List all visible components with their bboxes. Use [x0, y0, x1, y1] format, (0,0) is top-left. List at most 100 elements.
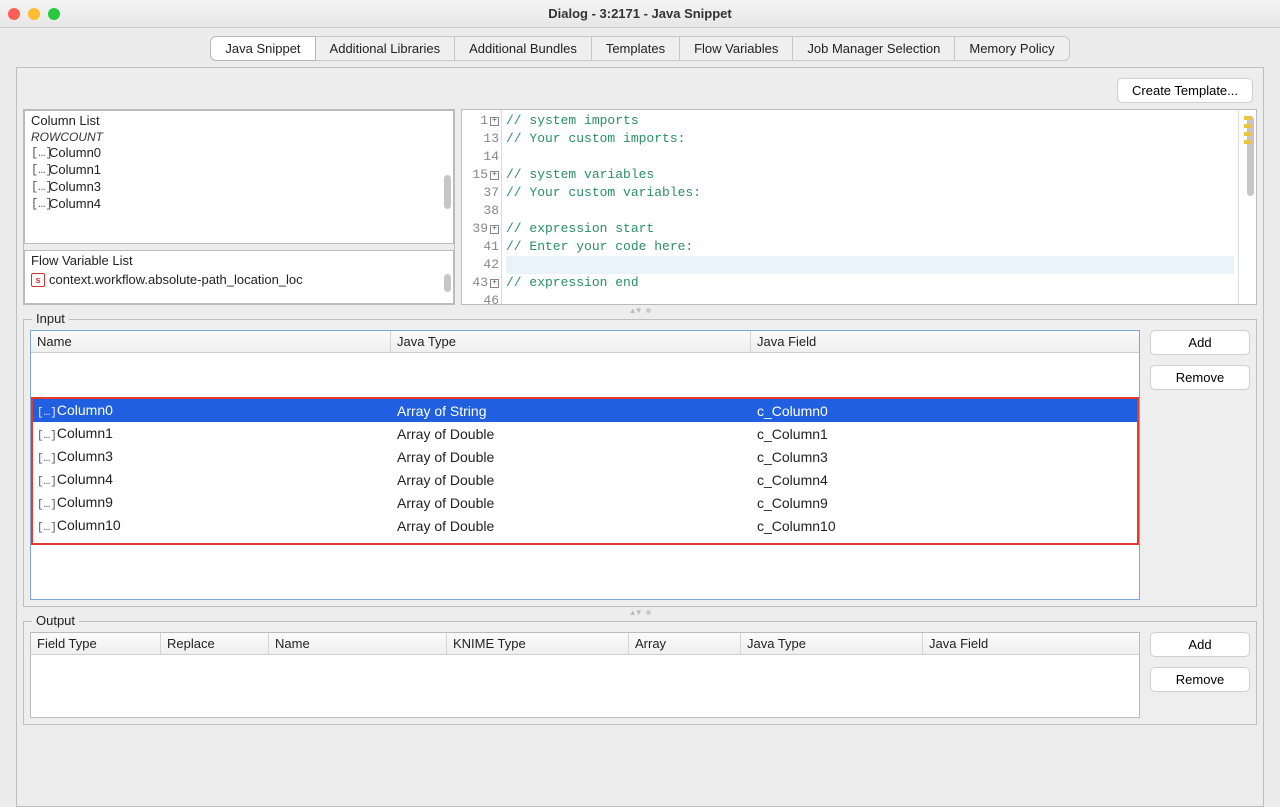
output-remove-button[interactable]: Remove: [1150, 667, 1250, 692]
output-legend: Output: [32, 613, 79, 628]
code-line[interactable]: // expression end: [506, 274, 1234, 292]
flow-variable-item[interactable]: scontext.workflow.absolute-path_location…: [25, 270, 453, 289]
flowvar-scrollbar[interactable]: [444, 274, 451, 292]
gutter-line[interactable]: 39+: [464, 220, 499, 238]
output-header-knime-type[interactable]: KNIME Type: [447, 633, 629, 654]
zoom-window-icon[interactable]: [48, 8, 60, 20]
fold-icon[interactable]: +: [490, 279, 499, 288]
input-row[interactable]: […] Column3Array of Doublec_Column3: [31, 445, 1139, 468]
output-header-name[interactable]: Name: [269, 633, 447, 654]
code-editor[interactable]: 1+131415+373839+414243+46 // system impo…: [461, 109, 1257, 305]
code-line[interactable]: // expression start: [506, 220, 1234, 238]
fold-icon[interactable]: +: [490, 225, 499, 234]
output-header-java-field[interactable]: Java Field: [923, 633, 1139, 654]
output-header-replace[interactable]: Replace: [161, 633, 269, 654]
close-window-icon[interactable]: [8, 8, 20, 20]
list-icon: […]: [37, 407, 53, 419]
gutter-line[interactable]: 42: [464, 256, 499, 274]
input-row[interactable]: […] Column0Array of Stringc_Column0: [31, 399, 1139, 422]
code-line[interactable]: // Your custom variables:: [506, 184, 1234, 202]
column-list-item[interactable]: […] Column4: [25, 195, 453, 212]
input-java-field: c_Column4: [751, 472, 1139, 488]
input-java-field: c_Column9: [751, 495, 1139, 511]
code-line[interactable]: [506, 292, 1234, 305]
list-icon: […]: [31, 197, 45, 211]
gutter-line[interactable]: 15+: [464, 166, 499, 184]
input-name: Column3: [57, 448, 113, 464]
column-name: Column3: [49, 179, 101, 194]
flow-variable-list-title: Flow Variable List: [25, 251, 453, 270]
gutter-line[interactable]: 37: [464, 184, 499, 202]
output-add-button[interactable]: Add: [1150, 632, 1250, 657]
code-line[interactable]: [506, 202, 1234, 220]
input-header-java-field[interactable]: Java Field: [751, 331, 1139, 352]
list-icon: […]: [37, 453, 53, 465]
fold-icon[interactable]: +: [490, 171, 499, 180]
gutter-line[interactable]: 43+: [464, 274, 499, 292]
code-line[interactable]: // system variables: [506, 166, 1234, 184]
column-list-item[interactable]: […]Column3: [25, 178, 453, 195]
input-add-button[interactable]: Add: [1150, 330, 1250, 355]
output-header-java-type[interactable]: Java Type: [741, 633, 923, 654]
splitter-handle-top[interactable]: [23, 305, 1257, 315]
code-line[interactable]: // Your custom imports:: [506, 130, 1234, 148]
column-name: Column1: [49, 162, 101, 177]
minimize-window-icon[interactable]: [28, 8, 40, 20]
input-row[interactable]: […] Column10Array of Doublec_Column10: [31, 514, 1139, 537]
output-table[interactable]: Field TypeReplaceNameKNIME TypeArrayJava…: [30, 632, 1140, 718]
create-template-button[interactable]: Create Template...: [1117, 78, 1253, 103]
input-java-field: c_Column1: [751, 426, 1139, 442]
gutter-line[interactable]: 46: [464, 292, 499, 305]
tab-flow-variables[interactable]: Flow Variables: [680, 36, 793, 61]
code-line[interactable]: // Enter your code here:: [506, 238, 1234, 256]
column-list-item[interactable]: […]Column1: [25, 161, 453, 178]
rowcount-label: ROWCOUNT: [25, 130, 453, 144]
fold-icon[interactable]: +: [490, 117, 499, 126]
column-name: Column4: [49, 196, 101, 211]
column-list-scrollbar[interactable]: [444, 175, 451, 209]
gutter-line[interactable]: 14: [464, 148, 499, 166]
input-name: Column4: [57, 471, 113, 487]
input-java-field: c_Column0: [751, 403, 1139, 419]
column-list-item[interactable]: […]Column0: [25, 144, 453, 161]
tab-job-manager-selection[interactable]: Job Manager Selection: [793, 36, 955, 61]
code-line[interactable]: // system imports: [506, 112, 1234, 130]
input-java-type: Array of Double: [391, 518, 751, 534]
input-table[interactable]: NameJava TypeJava Field […] Column0Array…: [30, 330, 1140, 600]
tab-additional-bundles[interactable]: Additional Bundles: [455, 36, 592, 61]
list-icon: […]: [37, 430, 53, 442]
input-remove-button[interactable]: Remove: [1150, 365, 1250, 390]
input-header-name[interactable]: Name: [31, 331, 391, 352]
input-row[interactable]: […] Column1Array of Doublec_Column1: [31, 422, 1139, 445]
overview-ruler[interactable]: [1238, 110, 1256, 305]
input-row[interactable]: […] Column4 Array of Doublec_Column4: [31, 468, 1139, 491]
string-var-icon: s: [31, 273, 45, 287]
input-name: Column1: [57, 425, 113, 441]
tab-additional-libraries[interactable]: Additional Libraries: [316, 36, 456, 61]
output-header-array[interactable]: Array: [629, 633, 741, 654]
list-icon: […]: [37, 522, 53, 534]
list-icon: […]: [37, 499, 53, 511]
gutter-line[interactable]: 38: [464, 202, 499, 220]
input-header-java-type[interactable]: Java Type: [391, 331, 751, 352]
list-icon: […]: [37, 476, 53, 488]
tab-memory-policy[interactable]: Memory Policy: [955, 36, 1069, 61]
editor-scrollbar[interactable]: [1247, 116, 1254, 196]
gutter-line[interactable]: 1+: [464, 112, 499, 130]
code-line[interactable]: [506, 256, 1234, 274]
gutter-line[interactable]: 41: [464, 238, 499, 256]
code-line[interactable]: [506, 148, 1234, 166]
tab-templates[interactable]: Templates: [592, 36, 680, 61]
titlebar: Dialog - 3:2171 - Java Snippet: [0, 0, 1280, 28]
input-java-type: Array of Double: [391, 472, 751, 488]
gutter-line[interactable]: 13: [464, 130, 499, 148]
splitter-handle-mid[interactable]: [23, 607, 1257, 617]
input-java-field: c_Column10: [751, 518, 1139, 534]
input-row[interactable]: […] Column9Array of Doublec_Column9: [31, 491, 1139, 514]
input-java-type: Array of Double: [391, 495, 751, 511]
tab-bar: Java SnippetAdditional LibrariesAddition…: [0, 28, 1280, 67]
input-legend: Input: [32, 311, 69, 326]
tab-java-snippet[interactable]: Java Snippet: [210, 36, 315, 61]
input-java-type: Array of Double: [391, 449, 751, 465]
output-header-field-type[interactable]: Field Type: [31, 633, 161, 654]
